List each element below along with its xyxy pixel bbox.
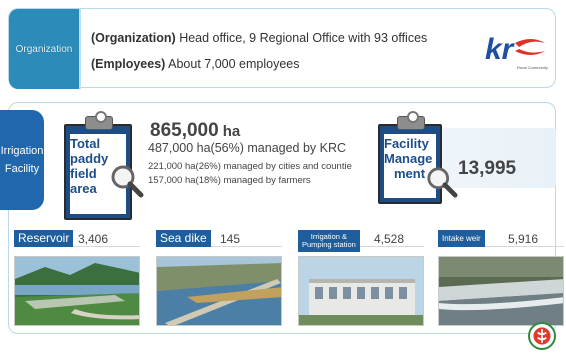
pumping-station-photo [298, 256, 424, 326]
irrigation-tab-line1: Irrigation [0, 145, 44, 157]
irrigation-tab: Irrigation Facility [0, 110, 44, 210]
organization-tab: Organization [9, 9, 79, 89]
organization-line-text: Head office, 9 Regional Office with 93 o… [179, 31, 428, 45]
facility-label: Reservoir [14, 230, 74, 247]
emblem-icon [528, 322, 556, 350]
organization-line: (Organization) Head office, 9 Regional O… [91, 31, 427, 45]
facility-total-value: 13,995 [458, 158, 517, 179]
clipboard-clamp [397, 111, 425, 130]
facility-count: 5,916 [508, 232, 539, 246]
reservoir-photo [14, 256, 140, 326]
magnifier-icon [427, 167, 458, 198]
irrigation-tab-line2: Facility [4, 163, 40, 175]
svg-text:Rural Community: Rural Community [517, 65, 548, 70]
paddy-label: Total paddy field area [70, 136, 109, 196]
sea-dike-photo [156, 256, 282, 326]
facility-card-sea-dike: Sea dike 145 [156, 230, 282, 326]
facility-card-intake-weir: Intake weir 5,916 [438, 230, 564, 326]
farmers-managed-line: 157,000 ha(18%) managed by farmers [148, 175, 311, 186]
organization-tab-label: Organization [15, 43, 73, 55]
magnifier-icon [111, 165, 144, 198]
intake-weir-photo [438, 256, 564, 326]
facility-label: Irrigation & Pumping station [298, 230, 360, 252]
employees-line-text: About 7,000 employees [168, 57, 300, 71]
employees-line-label: (Employees) [91, 57, 166, 71]
facility-count: 4,528 [374, 232, 405, 246]
organization-panel: Organization (Organization) Head office,… [8, 8, 556, 89]
facility-count: 145 [220, 232, 241, 246]
facility-count: 3,406 [78, 232, 109, 246]
krc-logo: kr Rural Community [485, 33, 548, 70]
facility-label: Intake weir [438, 230, 485, 247]
krc-managed-line: 487,000 ha(56%) managed by KRC [148, 141, 347, 155]
facility-card-reservoir: Reservoir 3,406 [14, 230, 140, 326]
clipboard-clamp [85, 111, 113, 130]
facility-label: Sea dike [156, 230, 211, 247]
total-paddy-value: 865,000 ha [150, 120, 241, 141]
facility-card-pumping-station: Irrigation & Pumping station 4,528 [298, 230, 424, 326]
svg-text:kr: kr [485, 33, 516, 66]
slide: Organization (Organization) Head office,… [0, 0, 566, 353]
organization-line-label: (Organization) [91, 31, 176, 45]
cities-managed-line: 221,000 ha(26%) managed by cities and co… [148, 161, 352, 172]
employees-line: (Employees) About 7,000 employees [91, 57, 299, 71]
